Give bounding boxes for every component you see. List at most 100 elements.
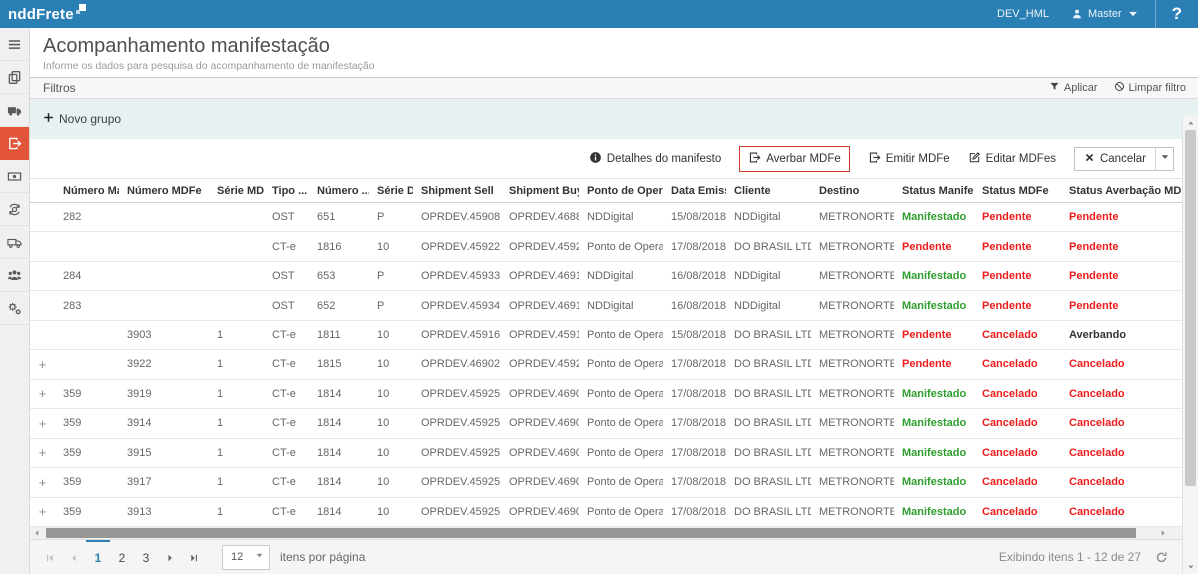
cell-shipment-buy: OPRDEV.45923 [509, 358, 579, 371]
cell-ponto-operacao: NDDigital [587, 299, 634, 312]
expand-row-button[interactable]: + [39, 358, 47, 371]
cancelar-dropdown-button[interactable] [1155, 147, 1173, 170]
apply-filter-button[interactable]: Aplicar [1049, 81, 1098, 95]
table-row[interactable]: +359 3917 1 CT-e 1814 10 OPRDEV.45925 OPRDEV.46… [30, 468, 1182, 498]
cancelar-button[interactable]: Cancelar [1075, 148, 1155, 170]
sidebar-item-delivery-truck[interactable] [0, 226, 29, 259]
table-row[interactable]: +359 3914 1 CT-e 1814 10 OPRDEV.45925 OPRDEV.46… [30, 409, 1182, 439]
cell-shipment-sell: OPRDEV.45922 [421, 240, 501, 253]
cell-numero-mdfe [119, 291, 209, 319]
sidebar-item-menu[interactable] [0, 28, 29, 61]
scroll-right-button[interactable] [1156, 527, 1170, 539]
cell-numero: 651 [317, 211, 336, 224]
page-button-3[interactable]: 3 [134, 540, 158, 574]
sidebar-item-users[interactable] [0, 259, 29, 292]
page-size-select[interactable]: 12 [222, 544, 270, 570]
sidebar-item-truck[interactable] [0, 94, 29, 127]
table-row[interactable]: CT-e 1816 10 OPRDEV.45922 OPRDEV.45920 Ponto … [30, 232, 1182, 262]
scroll-left-button[interactable] [30, 527, 44, 539]
sidebar-item-settings[interactable] [0, 292, 29, 325]
app-root: nddFrete DEV_HML Master ? Acompanhamento… [0, 0, 1198, 574]
cell-numero: 1814 [317, 417, 342, 430]
refresh-button[interactable] [1155, 551, 1168, 564]
column-header-destino[interactable]: Destino [811, 179, 894, 202]
expand-row-button[interactable]: + [39, 476, 47, 489]
new-group-label: Novo grupo [59, 112, 122, 126]
column-header-numero-manifestacao[interactable]: Número Mani... [55, 179, 119, 202]
cell-cliente: DO BRASIL LTDA-GU... [734, 358, 811, 371]
column-header-status-mdfe[interactable]: Status MDFe [974, 179, 1061, 202]
cell-data-emissao: 17/08/2018 1... [671, 240, 726, 253]
column-header-shipment-sell[interactable]: Shipment Sell [413, 179, 501, 202]
vertical-scrollbar-thumb[interactable] [1185, 130, 1196, 486]
previous-page-button[interactable] [62, 540, 86, 574]
cell-status-mdfe: Cancelado [982, 505, 1038, 518]
sidebar-item-manifest-export[interactable] [0, 127, 29, 160]
page-button-2[interactable]: 2 [110, 540, 134, 574]
column-header-numero-mdfe[interactable]: Número MDFe [119, 179, 209, 202]
first-page-button[interactable] [38, 540, 62, 574]
column-header-serie-mdfe[interactable]: Série MDFe [209, 179, 264, 202]
cell-destino: METRONORTE CO... [819, 299, 894, 312]
page-subtitle: Informe os dados para pesquisa do acompa… [43, 60, 375, 72]
expand-row-button[interactable]: + [39, 505, 47, 518]
column-header-ponto-operacao[interactable]: Ponto de Operação [579, 179, 663, 202]
help-button[interactable]: ? [1154, 0, 1188, 28]
column-header-data-emissao[interactable]: Data Emissã... [663, 179, 726, 202]
column-header-label: Status Manifesto [902, 184, 974, 197]
users-icon [7, 268, 22, 283]
cell-numero-mdfe: 3903 [127, 329, 152, 342]
cell-data-emissao: 17/08/2018 1... [671, 417, 726, 430]
cell-shipment-sell: OPRDEV.45925 [421, 417, 501, 430]
sidebar-item-money[interactable] [0, 160, 29, 193]
cell-numero-manifestacao: 283 [63, 299, 82, 312]
column-header-numero[interactable]: Número ... [309, 179, 369, 202]
sidebar-item-documents[interactable] [0, 61, 29, 94]
column-header-label: Ponto de Operação [587, 184, 663, 197]
column-header-expand[interactable] [30, 179, 55, 202]
sidebar-item-currency-exchange[interactable] [0, 193, 29, 226]
table-row[interactable]: 283 OST 652 P OPRDEV.45934 OPRDEV.46914 NDDigi… [30, 291, 1182, 321]
table-row[interactable]: +3922 1 CT-e 1815 10 OPRDEV.46902 OPRDEV.45923… [30, 350, 1182, 380]
cell-status-manifesto: Manifestado [902, 476, 967, 489]
column-header-tipo[interactable]: Tipo ... [264, 179, 309, 202]
scroll-down-button[interactable] [1183, 560, 1198, 573]
details-manifesto-button[interactable]: Detalhes do manifesto [589, 151, 721, 167]
user-menu[interactable]: Master [1071, 8, 1139, 20]
cell-status-manifesto: Manifestado [902, 446, 967, 459]
clear-filter-button[interactable]: Limpar filtro [1114, 81, 1186, 95]
column-header-cliente[interactable]: Cliente [726, 179, 811, 202]
table-row[interactable]: 284 OST 653 P OPRDEV.45933 OPRDEV.46912 NDDigi… [30, 261, 1182, 292]
last-page-button[interactable] [182, 540, 206, 574]
table-row[interactable]: 282 OST 651 P OPRDEV.45908 OPRDEV.46884 NDDigi… [30, 203, 1182, 233]
documents-icon [7, 70, 22, 85]
cell-data-emissao: 17/08/2018 1... [671, 387, 726, 400]
expand-row-button[interactable]: + [39, 446, 47, 459]
next-page-button[interactable] [158, 540, 182, 574]
column-header-serie-d[interactable]: Série D... [369, 179, 413, 202]
column-header-status-manifesto[interactable]: Status Manifesto [894, 179, 974, 202]
page-button-1[interactable]: 1 [86, 540, 110, 574]
cell-serie-mdfe: 1 [217, 417, 224, 430]
new-group-button[interactable]: Novo grupo [43, 112, 121, 126]
emitir-mdfe-button[interactable]: Emitir MDFe [868, 151, 950, 167]
table-row[interactable]: +359 3915 1 CT-e 1814 10 OPRDEV.45925 OPRDEV.46… [30, 438, 1182, 469]
averbar-mdfe-button[interactable]: Averbar MDFe [739, 145, 850, 172]
cell-status-manifesto: Pendente [902, 329, 952, 342]
settings-icon [7, 301, 22, 316]
column-header-status-averbacao-mdfe[interactable]: Status Averbação MDFe↑ [1061, 179, 1182, 202]
funnel-icon [1049, 81, 1060, 95]
editar-mdfes-button[interactable]: Editar MDFes [968, 151, 1056, 167]
scroll-up-button[interactable] [1183, 116, 1198, 129]
table-row[interactable]: +359 3913 1 CT-e 1814 10 OPRDEV.45925 OPRDEV.46… [30, 497, 1182, 527]
expand-row-button[interactable]: + [39, 387, 47, 400]
expand-row-button[interactable]: + [39, 417, 47, 430]
column-header-shipment-buy[interactable]: Shipment Buy [501, 179, 579, 202]
table-row[interactable]: 3903 1 CT-e 1811 10 OPRDEV.45916 OPRDEV.45914 P… [30, 320, 1182, 351]
cell-shipment-buy: OPRDEV.46903 [509, 387, 579, 400]
cell-serie-mdfe: 1 [217, 358, 224, 371]
horizontal-scrollbar-thumb[interactable] [46, 528, 1136, 538]
table-row[interactable]: +359 3919 1 CT-e 1814 10 OPRDEV.45925 OPRDEV.46… [30, 379, 1182, 410]
export-icon [748, 151, 761, 167]
cell-shipment-buy: OPRDEV.46912 [509, 270, 579, 283]
